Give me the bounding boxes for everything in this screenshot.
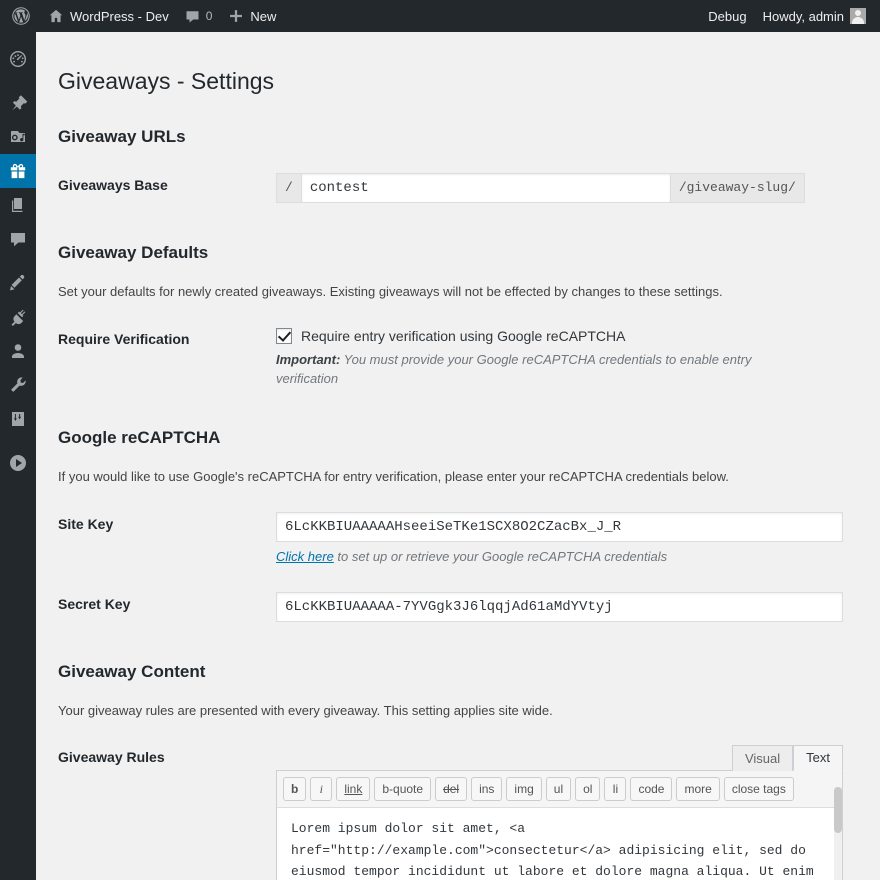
home-icon xyxy=(48,8,64,24)
quicktag-img[interactable]: img xyxy=(506,777,542,802)
form-row-site-key: Site Key Click here to set up or retriev… xyxy=(58,499,860,579)
sidebar-item-comments[interactable] xyxy=(0,222,36,256)
site-name-menu[interactable]: WordPress - Dev xyxy=(40,0,177,32)
menu-spacer-2 xyxy=(0,256,36,266)
giveaway-defaults-description: Set your defaults for newly created give… xyxy=(58,284,723,299)
site-key-label: Site Key xyxy=(58,515,114,532)
require-verification-checkbox-label[interactable]: Require entry verification using Google … xyxy=(301,327,625,345)
comment-bubble-icon xyxy=(185,9,200,24)
require-verification-note-strong: Important: xyxy=(276,351,341,367)
quicktags-toolbar: b i link b-quote del ins img ul ol li co xyxy=(277,771,842,809)
quicktag-del[interactable]: del xyxy=(435,777,468,802)
giveaways-base-field-group: / /giveaway-slug/ xyxy=(276,173,850,203)
settings-wrap: Giveaways - Settings Giveaway URLs Givea… xyxy=(36,32,880,880)
site-name-label: WordPress - Dev xyxy=(70,8,169,24)
quicktag-ol[interactable]: ol xyxy=(575,777,601,802)
wordpress-logo-icon xyxy=(11,6,31,26)
secret-key-label: Secret Key xyxy=(58,595,131,612)
editor-tab-bar: Visual Text xyxy=(276,745,843,772)
my-account-menu[interactable]: Howdy, admin xyxy=(755,0,874,32)
giveaways-base-input[interactable] xyxy=(300,173,671,203)
howdy-label: Howdy, admin xyxy=(762,8,844,24)
debug-label: Debug xyxy=(708,8,747,24)
giveaway-content-description: Your giveaway rules are presented with e… xyxy=(58,702,553,718)
giveaway-urls-form-table: Giveaways Base / /giveaway-slug/ xyxy=(58,160,860,216)
new-content-label: New xyxy=(250,8,277,24)
site-key-help: Click here to set up or retrieve your Go… xyxy=(276,549,850,566)
quicktag-b-quote[interactable]: b-quote xyxy=(374,777,432,802)
require-verification-checkbox-row: Require entry verification using Google … xyxy=(276,327,850,345)
require-verification-note: Important: You must provide your Google … xyxy=(276,351,786,389)
sidebar-item-posts[interactable] xyxy=(0,86,36,120)
sidebar-item-dashboard[interactable] xyxy=(0,42,36,76)
comments-menu[interactable]: 0 xyxy=(177,0,221,32)
content-area: Giveaways - Settings Giveaway URLs Givea… xyxy=(36,32,880,880)
new-content-menu[interactable]: New xyxy=(220,0,284,32)
require-verification-note-text: You must provide your Google reCAPTCHA c… xyxy=(276,351,752,386)
site-key-input[interactable] xyxy=(276,511,843,542)
section-heading-google-recaptcha: Google reCAPTCHA xyxy=(58,428,221,448)
quicktag-b[interactable]: b xyxy=(283,777,307,802)
form-row-giveaways-base: Giveaways Base / /giveaway-slug/ xyxy=(58,160,860,216)
google-recaptcha-description: If you would like to use Google's reCAPT… xyxy=(58,469,729,485)
sidebar-item-collapse-menu[interactable] xyxy=(0,446,36,480)
sidebar-item-users[interactable] xyxy=(0,334,36,368)
giveaway-rules-textarea[interactable] xyxy=(277,808,842,880)
quicktag-ul[interactable]: ul xyxy=(545,777,572,802)
recaptcha-credentials-link[interactable]: Click here xyxy=(276,549,334,564)
quicktag-ins[interactable]: ins xyxy=(471,777,503,802)
tab-text[interactable]: Text xyxy=(793,745,843,772)
sidebar-item-pages[interactable] xyxy=(0,188,36,222)
section-heading-giveaway-urls: Giveaway URLs xyxy=(58,127,186,146)
sidebar-item-settings[interactable] xyxy=(0,402,36,436)
secret-key-input[interactable] xyxy=(276,591,843,622)
sidebar-item-plugins[interactable] xyxy=(0,300,36,334)
admin-bar-right: Debug Howdy, admin xyxy=(700,0,880,32)
giveaways-base-suffix: /giveaway-slug/ xyxy=(670,173,805,203)
editor-scrollbar-thumb[interactable] xyxy=(834,787,842,834)
quicktag-li[interactable]: li xyxy=(604,777,627,802)
require-verification-label: Require Verification xyxy=(58,330,190,347)
quicktag-code[interactable]: code xyxy=(630,777,673,802)
giveaways-base-prefix: / xyxy=(276,173,301,203)
comments-count: 0 xyxy=(205,9,213,23)
sidebar-item-appearance[interactable] xyxy=(0,266,36,300)
giveaway-defaults-form-table: Require Verification Require entry verif… xyxy=(58,314,860,402)
admin-bar-left: WordPress - Dev 0 New xyxy=(0,0,284,32)
admin-bar: WordPress - Dev 0 New Debug Howdy, admin xyxy=(0,0,880,32)
menu-spacer-top xyxy=(0,32,36,42)
tab-visual[interactable]: Visual xyxy=(731,745,794,772)
active-menu-arrow xyxy=(36,163,44,179)
sidebar-item-media[interactable] xyxy=(0,120,36,154)
form-row-secret-key: Secret Key xyxy=(58,579,860,635)
section-heading-giveaway-defaults: Giveaway Defaults xyxy=(58,243,209,262)
editor-container: b i link b-quote del ins img ul ol li co xyxy=(276,770,843,880)
giveaway-content-form-table: Giveaway Rules Visual Text b i link b-qu… xyxy=(58,732,860,880)
google-recaptcha-form-table: Site Key Click here to set up or retriev… xyxy=(58,499,860,635)
plus-icon xyxy=(228,8,244,24)
quicktag-i[interactable]: i xyxy=(310,777,333,802)
sidebar-item-giveaways[interactable] xyxy=(0,154,44,188)
quicktag-more[interactable]: more xyxy=(676,777,720,802)
debug-menu[interactable]: Debug xyxy=(700,0,754,32)
page-title: Giveaways - Settings xyxy=(58,68,275,94)
quicktag-close-tags[interactable]: close tags xyxy=(723,777,794,802)
require-verification-checkbox[interactable] xyxy=(276,327,292,344)
menu-spacer-3 xyxy=(0,436,36,446)
sidebar-item-tools[interactable] xyxy=(0,368,36,402)
avatar xyxy=(850,8,866,24)
form-row-require-verification: Require Verification Require entry verif… xyxy=(58,314,860,402)
section-heading-giveaway-content: Giveaway Content xyxy=(58,661,206,681)
wordpress-logo-button[interactable] xyxy=(0,0,40,32)
menu-spacer-1 xyxy=(0,76,36,86)
admin-sidebar-menu xyxy=(0,32,44,880)
giveaway-rules-editor: Visual Text b i link b-quote del ins img… xyxy=(276,745,843,880)
form-row-giveaway-rules: Giveaway Rules Visual Text b i link b-qu… xyxy=(58,732,860,880)
giveaway-rules-label: Giveaway Rules xyxy=(58,749,165,766)
quicktag-link[interactable]: link xyxy=(336,777,371,802)
site-key-help-text: to set up or retrieve your Google reCAPT… xyxy=(333,548,668,564)
giveaways-base-label: Giveaways Base xyxy=(58,177,168,193)
